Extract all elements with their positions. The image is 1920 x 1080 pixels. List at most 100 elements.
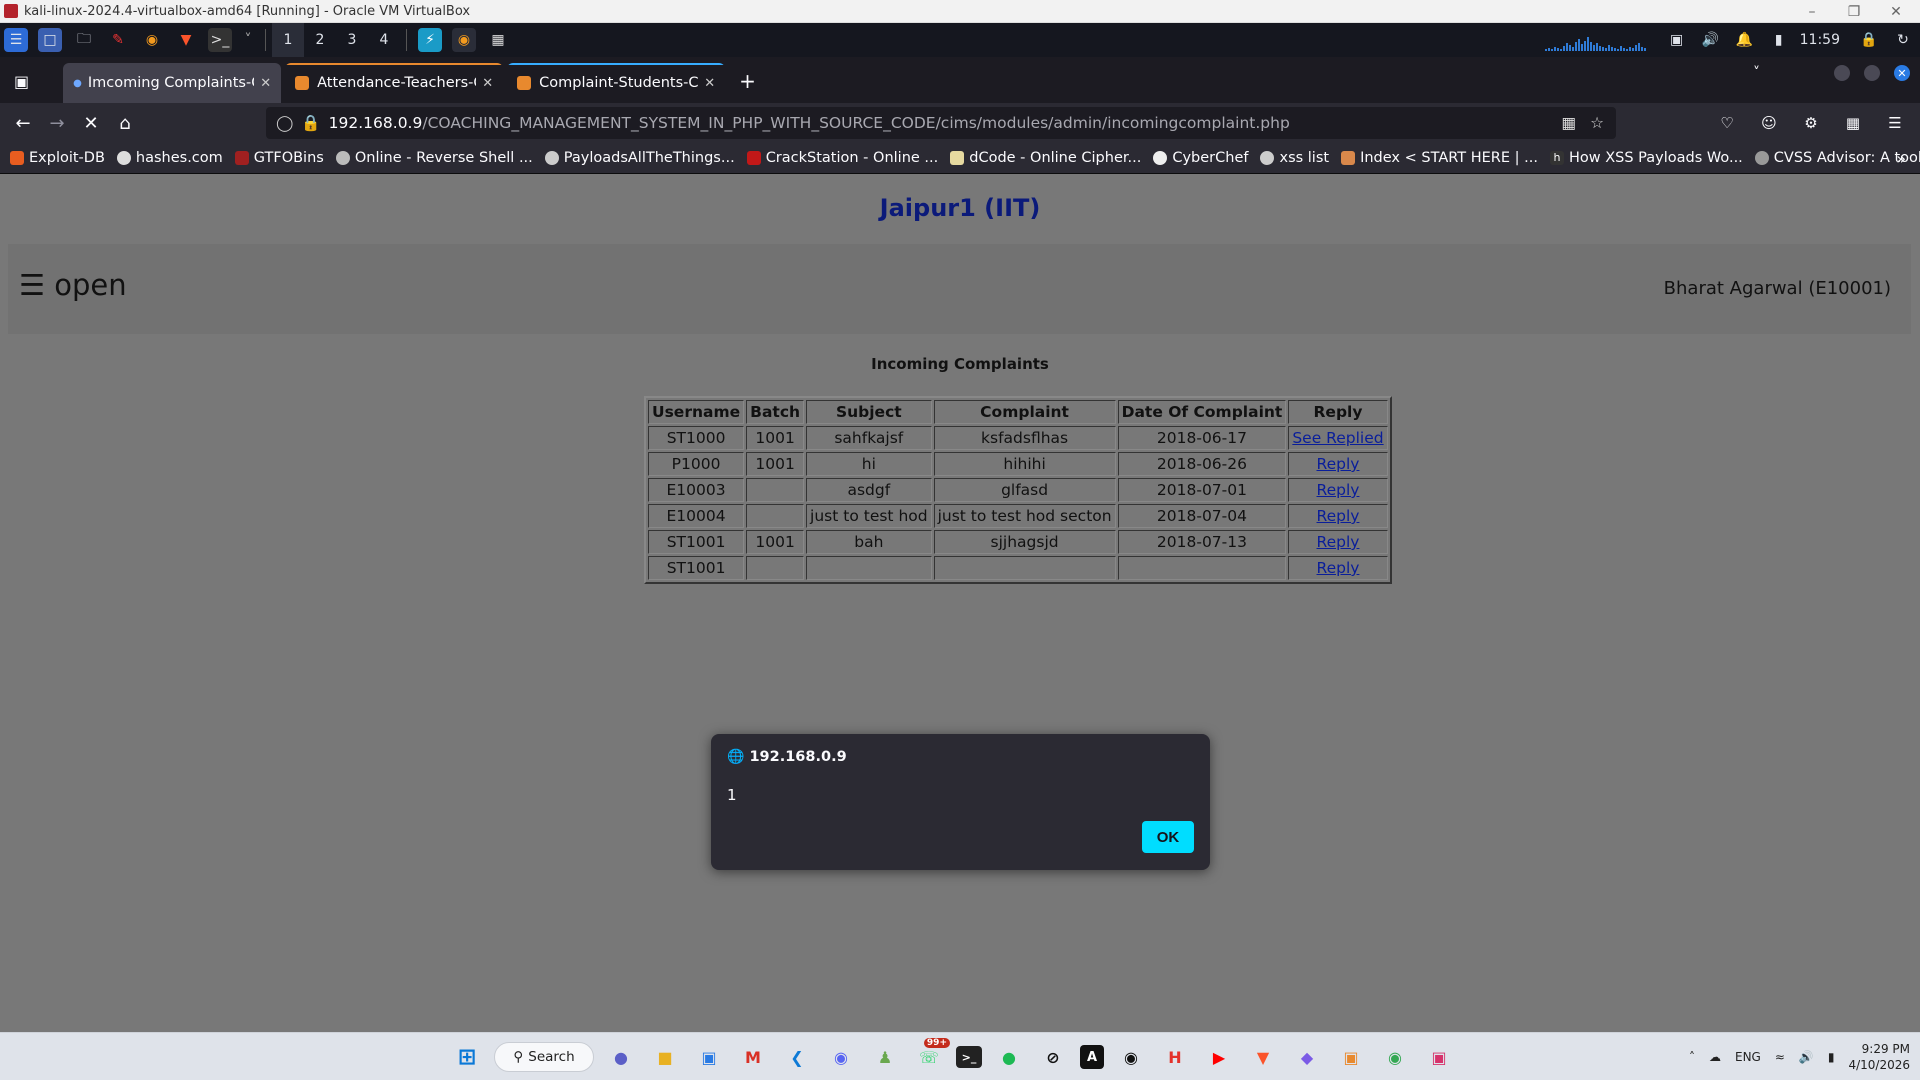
bookmark-index[interactable]: Index < START HERE | ...: [1341, 150, 1538, 166]
bookmark-exploit-db[interactable]: Exploit-DB: [10, 150, 105, 166]
extensions-icon[interactable]: ⚙: [1794, 106, 1828, 140]
cloud-icon[interactable]: ☁: [1709, 1050, 1721, 1064]
file-explorer-icon[interactable]: ■: [648, 1040, 682, 1074]
desktop-icon[interactable]: □: [38, 28, 62, 52]
discord-icon[interactable]: ◉: [824, 1040, 858, 1074]
back-button[interactable]: ←: [6, 106, 40, 140]
reply-link[interactable]: Reply: [1317, 559, 1360, 577]
bookmark-reverse-shell[interactable]: Online - Reverse Shell ...: [335, 150, 533, 166]
hamburger-menu-icon[interactable]: ☰: [1878, 106, 1912, 140]
youtube-icon[interactable]: ▶: [1202, 1040, 1236, 1074]
shield-icon[interactable]: ◯: [276, 114, 293, 132]
qr-code-icon[interactable]: ▦: [1561, 114, 1576, 132]
spotify-icon[interactable]: ●: [992, 1040, 1026, 1074]
addons-grid-icon[interactable]: ▦: [1836, 106, 1870, 140]
restore-icon[interactable]: ❐: [1834, 0, 1874, 23]
notification-icon[interactable]: 🔔: [1733, 28, 1757, 52]
reply-link[interactable]: Reply: [1317, 455, 1360, 473]
gmail-icon[interactable]: M: [736, 1040, 770, 1074]
file-manager-icon[interactable]: 🗀: [72, 28, 96, 52]
more-bookmarks-icon[interactable]: »: [1896, 149, 1906, 168]
virtualbox-taskbar-icon[interactable]: ▣: [1422, 1040, 1456, 1074]
bookmark-dcode[interactable]: dCode - Online Cipher...: [950, 150, 1141, 166]
speaker-icon[interactable]: 🔊: [1799, 1050, 1814, 1064]
chrome-icon[interactable]: ◉: [1378, 1040, 1412, 1074]
language-indicator[interactable]: ENG: [1735, 1050, 1761, 1064]
windows-start-icon[interactable]: ⊞: [450, 1040, 484, 1074]
open-menu-button[interactable]: ☰ open: [19, 268, 127, 302]
bookmark-star-icon[interactable]: ☆: [1590, 114, 1604, 132]
table-cell: Reply: [1288, 452, 1388, 476]
battery-tray-icon[interactable]: ▮: [1828, 1050, 1835, 1064]
chevron-up-icon[interactable]: ˄: [1689, 1050, 1695, 1064]
close-tab-icon[interactable]: ✕: [482, 76, 493, 91]
home-button[interactable]: ⌂: [108, 106, 142, 140]
terminal-window-icon[interactable]: ▦: [486, 28, 510, 52]
power-icon[interactable]: ↻: [1891, 28, 1915, 52]
firefox-window-icon[interactable]: ◉: [452, 28, 476, 52]
workspace-3[interactable]: 3: [336, 23, 368, 57]
chevron-down-icon[interactable]: ˅: [242, 28, 254, 52]
bookmark-hashes[interactable]: hashes.com: [116, 150, 223, 166]
list-all-tabs-icon[interactable]: ˅: [1753, 65, 1760, 81]
whatsapp-icon[interactable]: ☏ 99+: [912, 1038, 950, 1074]
new-tab-button[interactable]: +: [739, 69, 756, 93]
reply-link[interactable]: Reply: [1317, 507, 1360, 525]
pocket-icon[interactable]: ♡: [1710, 106, 1744, 140]
minimize-icon[interactable]: –: [1792, 0, 1832, 23]
bookmark-xss-list[interactable]: xss list: [1260, 150, 1329, 166]
reply-link[interactable]: Reply: [1317, 533, 1360, 551]
reply-link[interactable]: Reply: [1317, 481, 1360, 499]
bookmark-cyberchef[interactable]: CyberChef: [1153, 150, 1248, 166]
wifi-icon[interactable]: ≈: [1775, 1050, 1785, 1064]
terminal-app-icon[interactable]: >_: [956, 1046, 982, 1068]
close-tab-icon[interactable]: ✕: [260, 76, 271, 91]
brave-icon[interactable]: ▼: [174, 28, 198, 52]
kali-menu-icon[interactable]: ☰: [4, 28, 28, 52]
bookmark-gtfobins[interactable]: GTFOBins: [234, 150, 324, 166]
taskbar-search[interactable]: ⚲ Search: [494, 1042, 594, 1072]
close-tab-icon[interactable]: ✕: [704, 76, 715, 91]
tab-complaint-students[interactable]: Complaint-Students-CIMS ✕: [507, 63, 726, 103]
terminal-icon[interactable]: >_: [208, 28, 232, 52]
window-maximize-icon[interactable]: [1864, 65, 1880, 81]
text-editor-icon[interactable]: ✎: [106, 28, 130, 52]
bookmark-payloads[interactable]: PayloadsAllTheThings...: [544, 150, 735, 166]
xampp-icon[interactable]: ▣: [1334, 1040, 1368, 1074]
hackerrank-icon[interactable]: H: [1158, 1040, 1192, 1074]
stop-loading-button[interactable]: ✕: [74, 106, 108, 140]
tab-attendance-teachers[interactable]: Attendance-Teachers-CIMS ✕: [285, 63, 504, 103]
window-close-icon[interactable]: ✕: [1894, 65, 1910, 81]
lock-icon[interactable]: 🔒: [301, 114, 320, 132]
volume-icon[interactable]: 🔊: [1699, 28, 1723, 52]
chess-icon[interactable]: ♟: [868, 1040, 902, 1074]
lock-icon[interactable]: 🔒: [1857, 28, 1881, 52]
github-desktop-icon[interactable]: ◉: [1114, 1040, 1148, 1074]
burp-icon[interactable]: ⚡: [418, 28, 442, 52]
window-minimize-icon[interactable]: [1834, 65, 1850, 81]
workspace-1[interactable]: 1: [272, 23, 304, 57]
alert-ok-button[interactable]: OK: [1142, 821, 1194, 853]
forward-button[interactable]: →: [40, 106, 74, 140]
taskbar-clock[interactable]: 9:29 PM 4/10/2026: [1848, 1041, 1910, 1073]
workspace-4[interactable]: 4: [368, 23, 400, 57]
notion-icon[interactable]: ⊘: [1036, 1040, 1070, 1074]
store-icon[interactable]: ▣: [692, 1040, 726, 1074]
firefox-icon[interactable]: ◉: [140, 28, 164, 52]
bookmark-xss-payloads[interactable]: h How XSS Payloads Wo...: [1549, 150, 1743, 166]
app-a-icon[interactable]: A: [1080, 1045, 1104, 1069]
url-bar[interactable]: ◯ 🔒 192.168.0.9/COACHING_MANAGEMENT_SYST…: [266, 107, 1616, 139]
display-icon[interactable]: ▣: [1665, 28, 1689, 52]
vscode-icon[interactable]: ❮: [780, 1040, 814, 1074]
brave-taskbar-icon[interactable]: ▼: [1246, 1040, 1280, 1074]
tab-incoming-complaints[interactable]: ● Imcoming Complaints-CIMS ✕: [63, 63, 282, 103]
tab-list-icon[interactable]: ▣: [14, 72, 29, 91]
reply-link[interactable]: See Replied: [1292, 429, 1383, 447]
teams-icon[interactable]: ●: [604, 1040, 638, 1074]
workspace-2[interactable]: 2: [304, 23, 336, 57]
obsidian-icon[interactable]: ◆: [1290, 1040, 1324, 1074]
close-window-icon[interactable]: ✕: [1876, 0, 1916, 23]
bookmark-crackstation[interactable]: CrackStation - Online ...: [746, 150, 938, 166]
account-icon[interactable]: ☺: [1752, 106, 1786, 140]
battery-icon[interactable]: ▮: [1767, 28, 1791, 52]
